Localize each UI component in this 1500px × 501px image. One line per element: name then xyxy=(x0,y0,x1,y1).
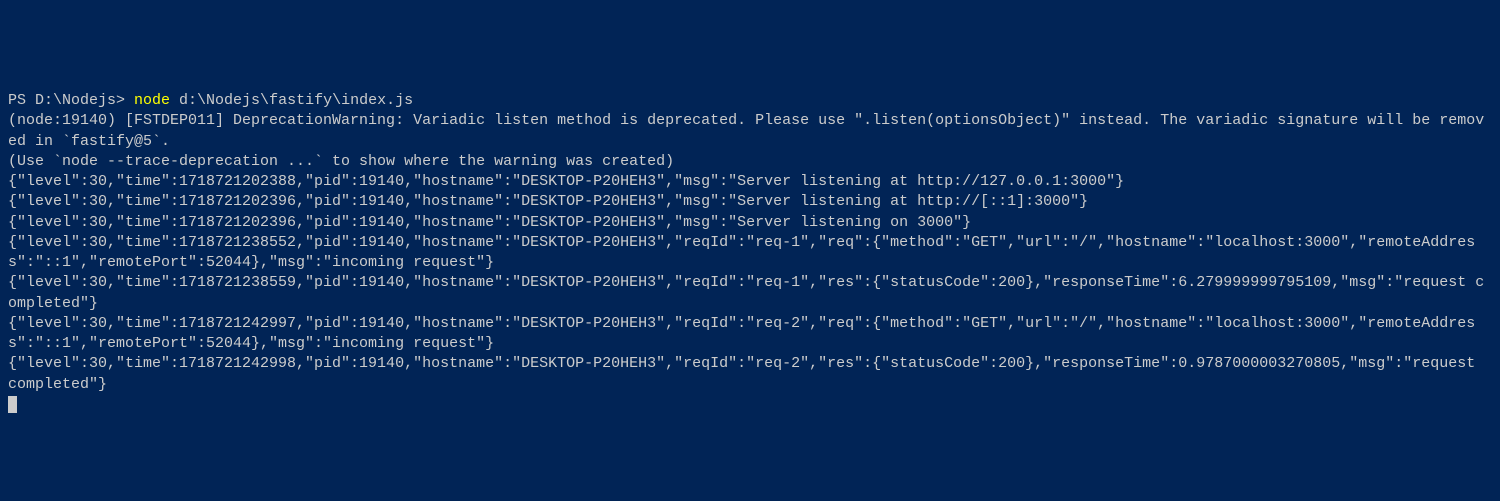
output-log-line: {"level":30,"time":1718721238552,"pid":1… xyxy=(8,233,1492,274)
cursor xyxy=(8,396,17,413)
command-line[interactable]: PS D:\Nodejs> node d:\Nodejs\fastify\ind… xyxy=(8,91,1492,111)
output-log-line: {"level":30,"time":1718721202388,"pid":1… xyxy=(8,172,1492,192)
command-args: d:\Nodejs\fastify\index.js xyxy=(170,92,413,109)
output-log-line: {"level":30,"time":1718721202396,"pid":1… xyxy=(8,213,1492,233)
output-log-line: {"level":30,"time":1718721202396,"pid":1… xyxy=(8,192,1492,212)
output-log-line: {"level":30,"time":1718721242997,"pid":1… xyxy=(8,314,1492,355)
output-deprecation-warning: (node:19140) [FSTDEP011] DeprecationWarn… xyxy=(8,111,1492,152)
output-trace-hint: (Use `node --trace-deprecation ...` to s… xyxy=(8,152,1492,172)
output-log-line: {"level":30,"time":1718721242998,"pid":1… xyxy=(8,354,1492,395)
prompt: PS D:\Nodejs> xyxy=(8,92,134,109)
command-name: node xyxy=(134,92,170,109)
output-log-line: {"level":30,"time":1718721238559,"pid":1… xyxy=(8,273,1492,314)
